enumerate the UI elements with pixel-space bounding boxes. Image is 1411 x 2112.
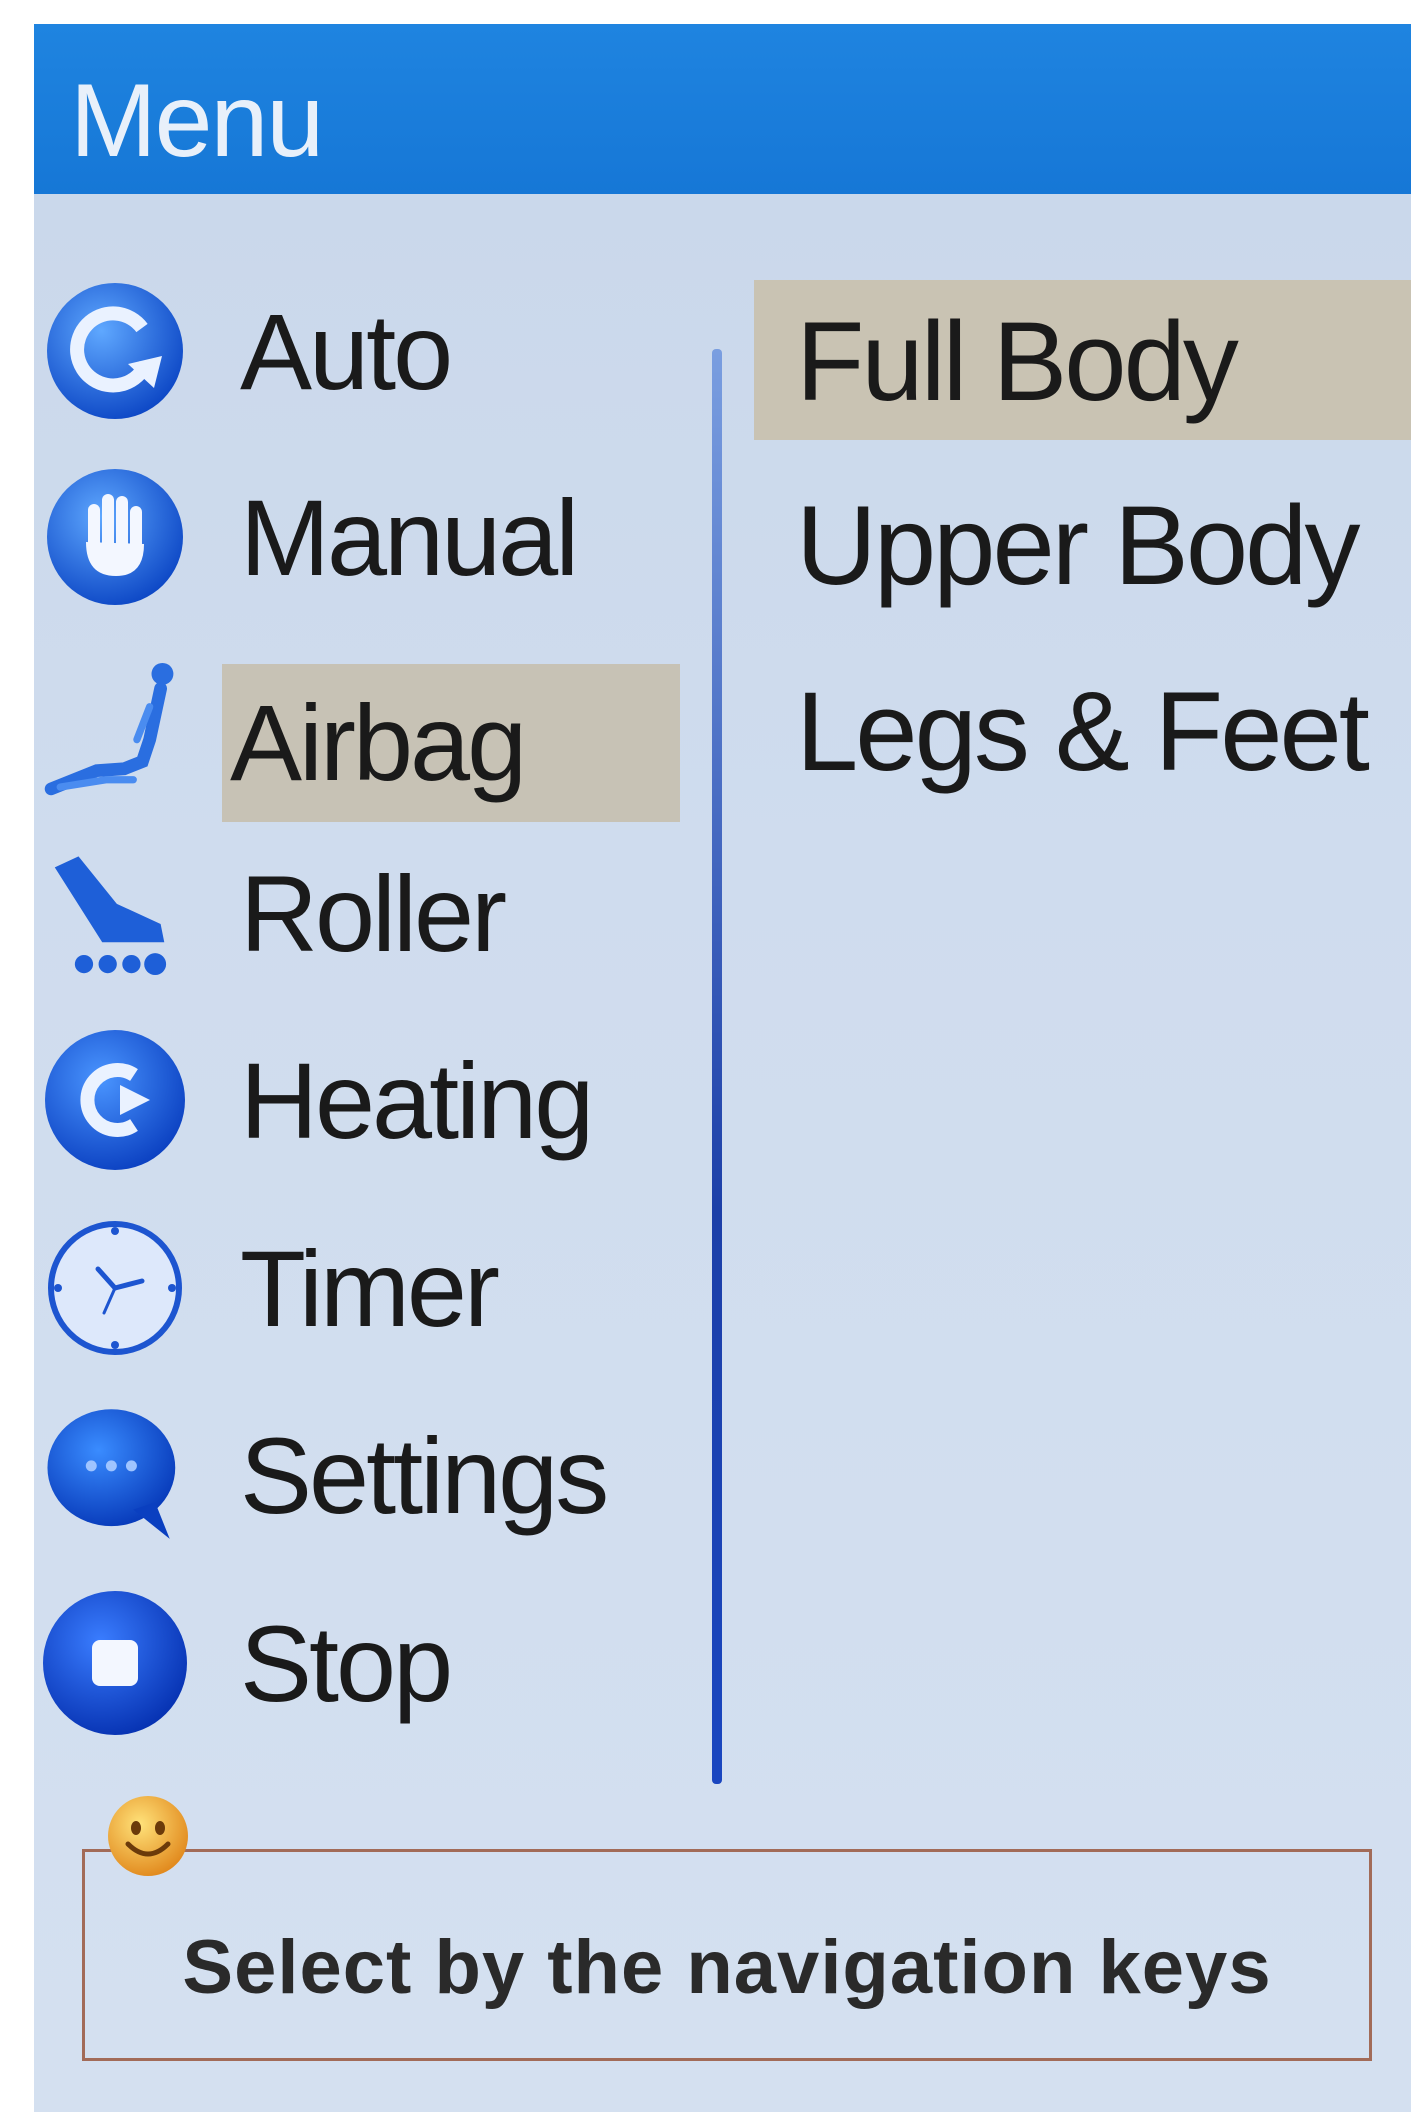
- title-bar: Menu: [34, 24, 1411, 194]
- menu-item-label: Airbag: [222, 664, 680, 822]
- roller-foot-icon: [42, 840, 188, 986]
- menu-item-label: Timer: [240, 1228, 500, 1349]
- auto-cycle-icon: [42, 278, 188, 424]
- chat-bubble-icon: [42, 1402, 188, 1548]
- menu-item-manual[interactable]: Manual: [34, 456, 704, 616]
- menu-item-label: Roller: [240, 853, 507, 974]
- menu-item-roller[interactable]: Roller: [34, 832, 704, 992]
- hand-icon: [42, 464, 188, 610]
- clock-icon: [42, 1215, 188, 1361]
- reclined-person-icon: [42, 652, 188, 798]
- submenu-item-label: Legs & Feet: [796, 669, 1370, 794]
- menu-item-label: Auto: [240, 291, 453, 412]
- submenu-item-legs-feet[interactable]: Legs & Feet: [754, 650, 1411, 810]
- menu-item-stop[interactable]: Stop: [34, 1582, 704, 1742]
- menu-item-settings[interactable]: Settings: [34, 1394, 704, 1554]
- heating-icon: [42, 1027, 188, 1173]
- menu-divider: [712, 349, 722, 1784]
- menu-item-heating[interactable]: Heating: [34, 1019, 704, 1179]
- menu-item-auto[interactable]: Auto: [34, 270, 704, 430]
- menu-item-timer[interactable]: Timer: [34, 1207, 704, 1367]
- submenu-item-label: Full Body: [796, 299, 1239, 424]
- menu-item-label: Stop: [240, 1603, 453, 1724]
- submenu-item-full-body[interactable]: Full Body: [754, 280, 1411, 440]
- menu-item-label: Heating: [240, 1040, 594, 1161]
- massage-chair-screen: Menu Auto Manual Airbag Roller Heating T…: [34, 24, 1411, 2112]
- smiley-icon: [104, 1792, 192, 1880]
- page-title: Menu: [70, 63, 324, 179]
- hint-text: Select by the navigation keys: [182, 1925, 1272, 2010]
- menu-item-airbag[interactable]: Airbag: [34, 644, 704, 822]
- submenu-item-label: Upper Body: [796, 483, 1360, 608]
- stop-icon: [42, 1590, 188, 1736]
- menu-item-label: Manual: [240, 477, 579, 598]
- menu-item-label: Settings: [240, 1415, 609, 1536]
- submenu-item-upper-body[interactable]: Upper Body: [754, 464, 1411, 624]
- hint-box: Select by the navigation keys: [82, 1849, 1372, 2061]
